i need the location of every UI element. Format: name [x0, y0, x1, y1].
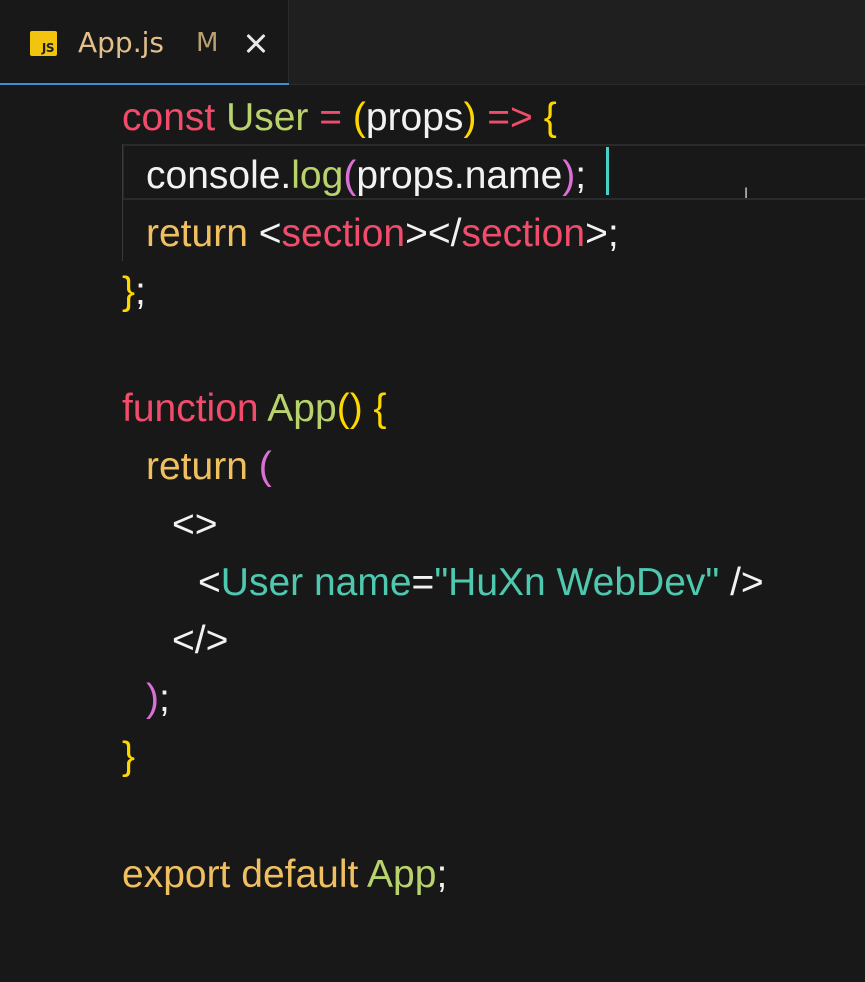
code-line-9: <User name="HuXn WebDev" />: [198, 554, 764, 612]
token-brace: }: [122, 735, 136, 778]
token-semicolon: ;: [135, 270, 146, 313]
token-tag-bracket: >;: [585, 212, 619, 255]
token-paren: (): [336, 387, 363, 430]
tab-app-js[interactable]: JS App.js M: [0, 0, 289, 85]
javascript-file-icon-label: JS: [41, 41, 55, 55]
token-string: "HuXn WebDev": [434, 561, 720, 604]
code-line-11: );: [146, 670, 170, 728]
token-function-name: App: [267, 387, 337, 430]
tab-title: App.js: [78, 26, 164, 59]
token-identifier: App: [367, 853, 437, 896]
token-keyword: const: [122, 96, 216, 139]
token-keyword: return: [146, 212, 248, 255]
code-line-12: }: [122, 728, 135, 786]
token-method: log: [291, 154, 344, 197]
code-line-6: function App() {: [122, 380, 387, 438]
token-brace: {: [373, 387, 387, 430]
code-line-14: export default App;: [122, 846, 447, 904]
token-keyword: export: [122, 853, 231, 896]
token-tag-bracket: ></: [405, 212, 462, 255]
token-paren: ): [146, 677, 159, 720]
token-keyword: function: [122, 387, 259, 430]
token-tag-bracket: />: [730, 561, 764, 604]
code-line-8: <>: [172, 496, 218, 554]
token-identifier: User: [226, 96, 309, 139]
text-cursor: [606, 147, 609, 195]
token-tag-bracket: <: [198, 561, 221, 604]
token-object: console.: [146, 154, 292, 197]
token-attribute: name: [313, 561, 412, 604]
code-line-1: const User = (props) => {: [122, 89, 557, 147]
mouse-ibeam-icon: I: [744, 186, 749, 202]
modified-badge: M: [196, 28, 219, 58]
token-semicolon: ;: [159, 677, 170, 720]
javascript-file-icon: JS: [30, 31, 57, 56]
token-param: props: [365, 96, 464, 139]
token-paren: ): [463, 96, 477, 139]
token-tag-bracket: <: [258, 212, 282, 255]
token-fragment: <>: [172, 503, 218, 546]
token-semicolon: ;: [575, 154, 587, 197]
editor-tab-bar: JS App.js M: [0, 0, 865, 85]
code-editor[interactable]: const User = (props) => { console.log(pr…: [0, 85, 865, 982]
close-tab-icon[interactable]: [241, 28, 271, 58]
token-tag: section: [281, 212, 406, 255]
code-line-3: return <section></section>;: [146, 205, 619, 263]
code-line-7: return (: [146, 438, 272, 496]
token-brace: {: [543, 96, 557, 139]
token-arrow: =>: [487, 96, 533, 139]
token-fragment: </>: [172, 619, 229, 662]
code-line-10: </>: [172, 612, 228, 670]
token-brace: }: [122, 270, 136, 313]
token-operator: =: [319, 96, 343, 139]
token-tag: section: [461, 212, 586, 255]
token-component: User: [220, 561, 304, 604]
token-paren: (: [343, 154, 357, 197]
token-paren: (: [352, 96, 366, 139]
indent-guide: [122, 144, 123, 261]
token-keyword: default: [241, 853, 359, 896]
code-line-2: console.log(props.name);: [146, 147, 586, 205]
token-semicolon: ;: [436, 853, 448, 896]
token-keyword: return: [146, 445, 248, 488]
token-paren: ): [562, 154, 576, 197]
token-argument: props.name: [356, 154, 563, 197]
token-operator: =: [411, 561, 435, 604]
token-paren: (: [258, 445, 272, 488]
code-line-4: };: [122, 263, 146, 321]
